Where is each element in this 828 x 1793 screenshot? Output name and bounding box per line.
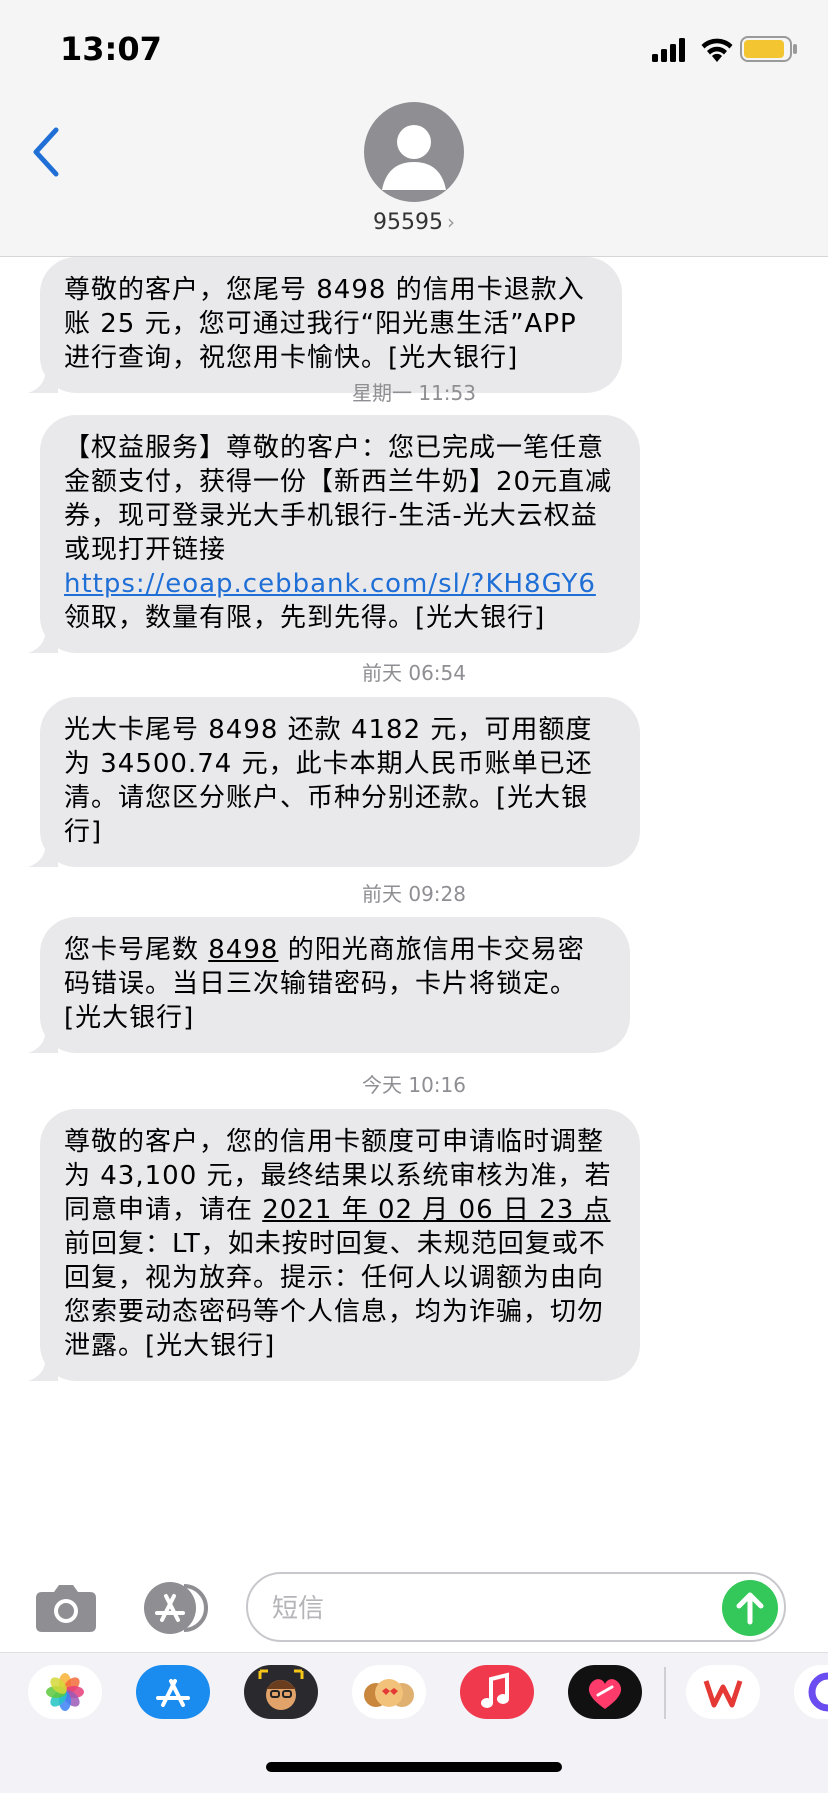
message-bubble[interactable]: 【权益服务】尊敬的客户：您已完成一笔任意金额支付，获得一份【新西兰牛奶】20元直… bbox=[28, 415, 640, 653]
message-link[interactable]: https://eoap.cebbank.com/sl/?KH8GY6 bbox=[64, 569, 596, 599]
bubble-tail bbox=[28, 841, 58, 867]
message-text: 前回复：LT，如未按时回复、未规范回复或不回复，视为放弃。提示：任何人以调额为由… bbox=[64, 1229, 606, 1361]
drawer-divider bbox=[664, 1667, 666, 1719]
message-thread[interactable]: 尊敬的客户，您尾号 8498 的信用卡退款入账 25 元，您可通过我行“阳光惠生… bbox=[0, 257, 828, 1567]
app-store-icon[interactable] bbox=[136, 1665, 210, 1719]
message-input[interactable] bbox=[270, 1588, 694, 1630]
wps-icon[interactable] bbox=[686, 1665, 760, 1719]
app-store-button-icon[interactable] bbox=[140, 1580, 212, 1636]
message-text: 光大卡尾号 8498 还款 4182 元，可用额度为 34500.74 元，此卡… bbox=[64, 715, 593, 847]
camera-icon[interactable] bbox=[34, 1582, 98, 1634]
contact-avatar[interactable] bbox=[364, 102, 464, 202]
animoji-icon[interactable] bbox=[352, 1665, 426, 1719]
bubble-tail bbox=[28, 1027, 58, 1053]
arrow-up-icon bbox=[736, 1592, 764, 1625]
message-bubble[interactable]: 尊敬的客户，您尾号 8498 的信用卡退款入账 25 元，您可通过我行“阳光惠生… bbox=[28, 257, 622, 393]
contact-name: 95595 bbox=[373, 210, 443, 235]
person-silhouette-icon bbox=[382, 125, 446, 190]
music-icon[interactable] bbox=[460, 1665, 534, 1719]
home-indicator[interactable] bbox=[266, 1762, 562, 1772]
timestamp: 星期一 11:53 bbox=[352, 381, 476, 405]
cellular-signal-icon bbox=[652, 38, 685, 62]
partial-app-icon[interactable] bbox=[794, 1665, 828, 1719]
message-text: 尊敬的客户，您尾号 8498 的信用卡退款入账 25 元，您可通过我行“阳光惠生… bbox=[64, 275, 585, 373]
bubble-tail bbox=[28, 627, 58, 653]
card-number-link[interactable]: 8498 bbox=[208, 935, 278, 965]
message-text: 您卡号尾数 bbox=[64, 935, 209, 965]
timestamp: 今天 10:16 bbox=[362, 1073, 466, 1097]
conversation-header: 13:07 95595 › bbox=[0, 0, 828, 257]
message-field[interactable] bbox=[246, 1572, 786, 1642]
date-link[interactable]: 2021 年 02 月 06 日 23 点 bbox=[262, 1195, 610, 1225]
send-button[interactable] bbox=[722, 1580, 778, 1636]
battery-icon bbox=[740, 36, 797, 62]
message-bubble[interactable]: 光大卡尾号 8498 还款 4182 元，可用额度为 34500.74 元，此卡… bbox=[28, 697, 640, 867]
contact-name-button[interactable]: 95595 › bbox=[0, 210, 828, 235]
memoji-icon[interactable] bbox=[244, 1665, 318, 1719]
chevron-right-icon: › bbox=[447, 210, 455, 234]
message-text: 【权益服务】尊敬的客户：您已完成一笔任意金额支付，获得一份【新西兰牛奶】20元直… bbox=[64, 433, 613, 565]
message-text: 领取，数量有限，先到先得。[光大银行] bbox=[64, 603, 546, 633]
status-time: 13:07 bbox=[60, 30, 162, 68]
wifi-icon bbox=[701, 38, 733, 62]
message-bubble[interactable]: 尊敬的客户，您的信用卡额度可申请临时调整为 43,100 元，最终结果以系统审核… bbox=[28, 1109, 640, 1381]
bubble-tail bbox=[28, 1355, 58, 1381]
timestamp: 前天 06:54 bbox=[362, 661, 466, 685]
digital-touch-icon[interactable] bbox=[568, 1665, 642, 1719]
back-chevron-icon[interactable] bbox=[26, 124, 66, 180]
photos-icon[interactable] bbox=[28, 1665, 102, 1719]
message-bubble[interactable]: 您卡号尾数 8498 的阳光商旅信用卡交易密码错误。当日三次输错密码，卡片将锁定… bbox=[28, 917, 630, 1053]
timestamp: 前天 09:28 bbox=[362, 882, 466, 906]
